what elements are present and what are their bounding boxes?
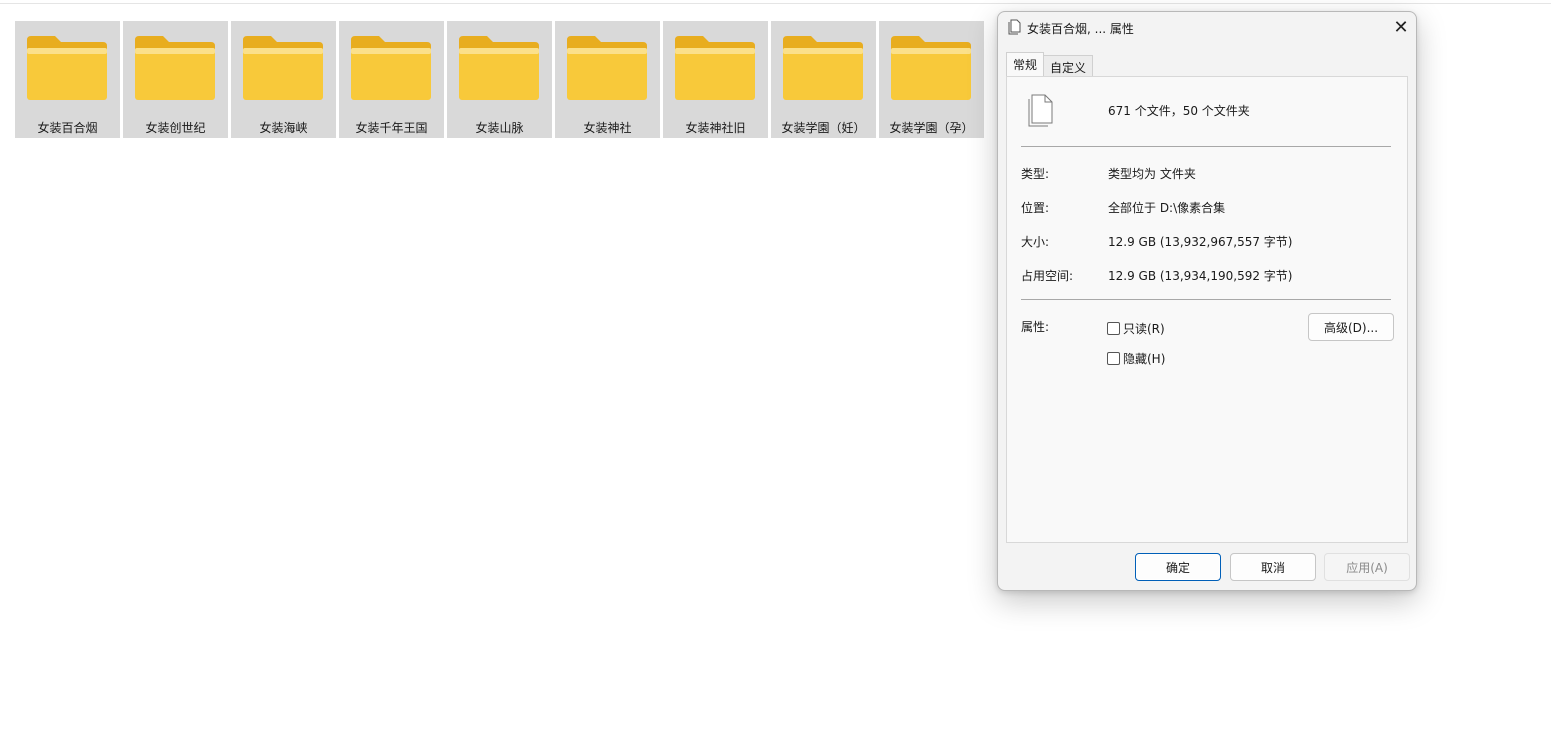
tab-general[interactable]: 常规 [1006, 52, 1045, 77]
folder-item[interactable]: 女装神社 [555, 21, 660, 138]
multiple-files-icon [1008, 19, 1021, 35]
file-count-summary: 671 个文件，50 个文件夹 [1108, 104, 1250, 118]
hidden-checkbox-box[interactable] [1107, 352, 1120, 365]
folder-label: 女装创世纪 [145, 121, 206, 135]
folder-icon [891, 36, 971, 100]
folder-icon [243, 36, 323, 100]
general-panel: 671 个文件，50 个文件夹 类型: 类型均为 文件夹 位置: 全部位于 D:… [1006, 76, 1408, 543]
location-label: 位置: [1021, 201, 1050, 215]
dialog-title: 女装百合烟, ... 属性 [1027, 22, 1134, 36]
type-value: 类型均为 文件夹 [1108, 167, 1196, 181]
tab-custom[interactable]: 自定义 [1044, 55, 1094, 77]
folder-item[interactable]: 女装百合烟 [15, 21, 120, 138]
folder-label: 女装千年王国 [355, 121, 428, 135]
window-top-divider [0, 3, 1551, 4]
folder-grid: 女装百合烟 女装创世纪 女装海峡 女装千年王国 女装山脉 女装神社 女装神社旧 女装学園（妊）… [15, 21, 984, 138]
ok-button[interactable]: 确定 [1135, 553, 1221, 581]
folder-icon [783, 36, 863, 100]
folder-label: 女装百合烟 [37, 121, 98, 135]
close-button[interactable]: ✕ [1386, 14, 1416, 40]
folder-icon [351, 36, 431, 100]
folder-item[interactable]: 女装创世纪 [123, 21, 228, 138]
divider [1021, 299, 1391, 300]
hidden-checkbox[interactable]: 隐藏(H) [1107, 350, 1165, 367]
tab-bar: 常规 自定义 [1006, 52, 1094, 77]
folder-icon [27, 36, 107, 100]
hidden-label: 隐藏(H) [1123, 352, 1166, 366]
folder-item[interactable]: 女装海峡 [231, 21, 336, 138]
disk-size-label: 占用空间: [1021, 269, 1074, 283]
folder-item[interactable]: 女装千年王国 [339, 21, 444, 138]
folder-label: 女装神社 [583, 121, 632, 135]
folder-label: 女装山脉 [475, 121, 524, 135]
readonly-label: 只读(R) [1123, 322, 1165, 336]
apply-button[interactable]: 应用(A) [1324, 553, 1410, 581]
attributes-label: 属性: [1021, 320, 1050, 334]
divider [1021, 146, 1391, 147]
location-value: 全部位于 D:\像素合集 [1108, 201, 1226, 215]
properties-dialog: 女装百合烟, ... 属性 ✕ 常规 自定义 671 个文件，50 个文件夹 类… [997, 11, 1417, 591]
folder-item[interactable]: 女装学園（妊） [771, 21, 876, 138]
folder-icon [459, 36, 539, 100]
folder-item[interactable]: 女装学園（孕） [879, 21, 984, 138]
type-label: 类型: [1021, 167, 1050, 181]
folder-label: 女装学園（妊） [781, 121, 866, 135]
close-icon: ✕ [1393, 16, 1409, 38]
multiple-files-icon [1028, 94, 1053, 127]
folder-icon [567, 36, 647, 100]
disk-size-value: 12.9 GB (13,934,190,592 字节) [1108, 269, 1293, 283]
folder-icon [675, 36, 755, 100]
folder-label: 女装神社旧 [685, 121, 746, 135]
size-label: 大小: [1021, 235, 1050, 249]
advanced-button[interactable]: 高级(D)... [1308, 313, 1394, 341]
folder-icon [135, 36, 215, 100]
size-value: 12.9 GB (13,932,967,557 字节) [1108, 235, 1293, 249]
readonly-checkbox[interactable]: 只读(R) [1107, 320, 1165, 337]
folder-item[interactable]: 女装神社旧 [663, 21, 768, 138]
folder-label: 女装学園（孕） [889, 121, 974, 135]
folder-item[interactable]: 女装山脉 [447, 21, 552, 138]
folder-label: 女装海峡 [259, 121, 308, 135]
readonly-checkbox-box[interactable] [1107, 322, 1120, 335]
cancel-button[interactable]: 取消 [1230, 553, 1316, 581]
